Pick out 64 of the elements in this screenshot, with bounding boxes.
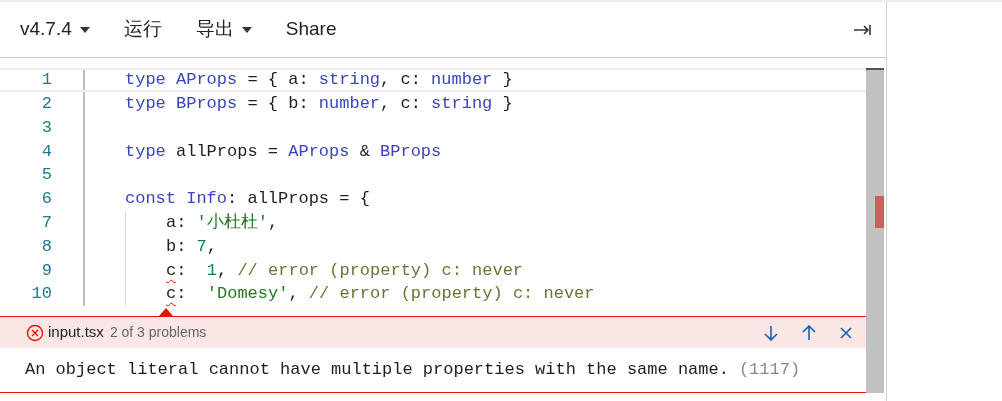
line-number: 4 [40, 140, 52, 163]
code-token: : allProps = { [227, 188, 370, 211]
code-token: b: [166, 235, 188, 258]
code-token: a: [166, 211, 188, 234]
code-token: number [318, 92, 381, 115]
code-token: string [431, 92, 493, 115]
code-token: type [125, 69, 167, 92]
code-token: number [431, 69, 493, 92]
code-token: = { b: [246, 92, 310, 115]
error-icon [26, 323, 44, 342]
collapse-icon[interactable] [854, 23, 872, 36]
code-token: BProps [176, 92, 238, 115]
code-token: & [358, 140, 371, 163]
line-number: 1 [40, 69, 52, 92]
line-number: 9 [40, 259, 52, 282]
caret-icon [79, 26, 90, 33]
problem-count: 2 of 3 problems [109, 323, 207, 342]
toolbar-button[interactable]: 导出 [195, 15, 252, 44]
line-number: 3 [40, 116, 52, 139]
code-token: AProps [288, 140, 350, 163]
code-token: } [501, 69, 513, 92]
code-token: Info [186, 188, 228, 211]
code-token: : [176, 259, 188, 282]
caret-icon [241, 26, 252, 33]
code-token: string [318, 69, 381, 92]
code-token: type [125, 140, 166, 163]
problem-message: An object literal cannot have multiple properties with the same name. [25, 359, 729, 382]
code-token: : [176, 283, 188, 306]
line-number: 8 [40, 235, 52, 258]
code-token: } [501, 92, 513, 115]
code-token: const [125, 188, 177, 211]
line-number: 5 [40, 164, 52, 187]
problem-code: (1117) [738, 359, 801, 382]
code-token: 1 [206, 259, 217, 282]
code-token: , [288, 283, 300, 306]
code-token: 7 [196, 235, 207, 258]
code-token: type [125, 92, 167, 115]
toolbar-button[interactable]: 运行 [123, 15, 162, 44]
error-marker [875, 196, 884, 228]
line-number: 6 [40, 188, 52, 211]
code-token: , [268, 211, 279, 234]
line-number: 2 [40, 92, 52, 115]
previous-arrow-icon[interactable] [802, 324, 816, 341]
line-number: 7 [40, 211, 52, 234]
code-token: , [217, 259, 229, 282]
code-token: allProps = [175, 140, 280, 163]
toolbar-button[interactable]: v4.7.4 [20, 15, 90, 44]
code-token: , c: [380, 92, 422, 115]
code-token: BProps [380, 140, 442, 163]
code-token: = { a: [246, 69, 310, 92]
line-number: 10 [30, 283, 52, 306]
code-token: AProps [176, 69, 238, 92]
code-token: , [206, 235, 217, 258]
error-token: c [166, 259, 177, 282]
next-arrow-icon[interactable] [764, 324, 778, 341]
code-token: // error (property) c: never [308, 283, 595, 306]
code-token: , c: [380, 69, 422, 92]
code-token: 'Domesy' [206, 283, 289, 306]
error-token: c [166, 283, 177, 306]
toolbar-button[interactable]: Share [285, 15, 337, 44]
code-token: '小杜杜' [196, 211, 268, 234]
code-token: // error (property) c: never [237, 259, 524, 282]
close-icon[interactable] [840, 326, 852, 339]
file-name: input.tsx [48, 322, 104, 343]
